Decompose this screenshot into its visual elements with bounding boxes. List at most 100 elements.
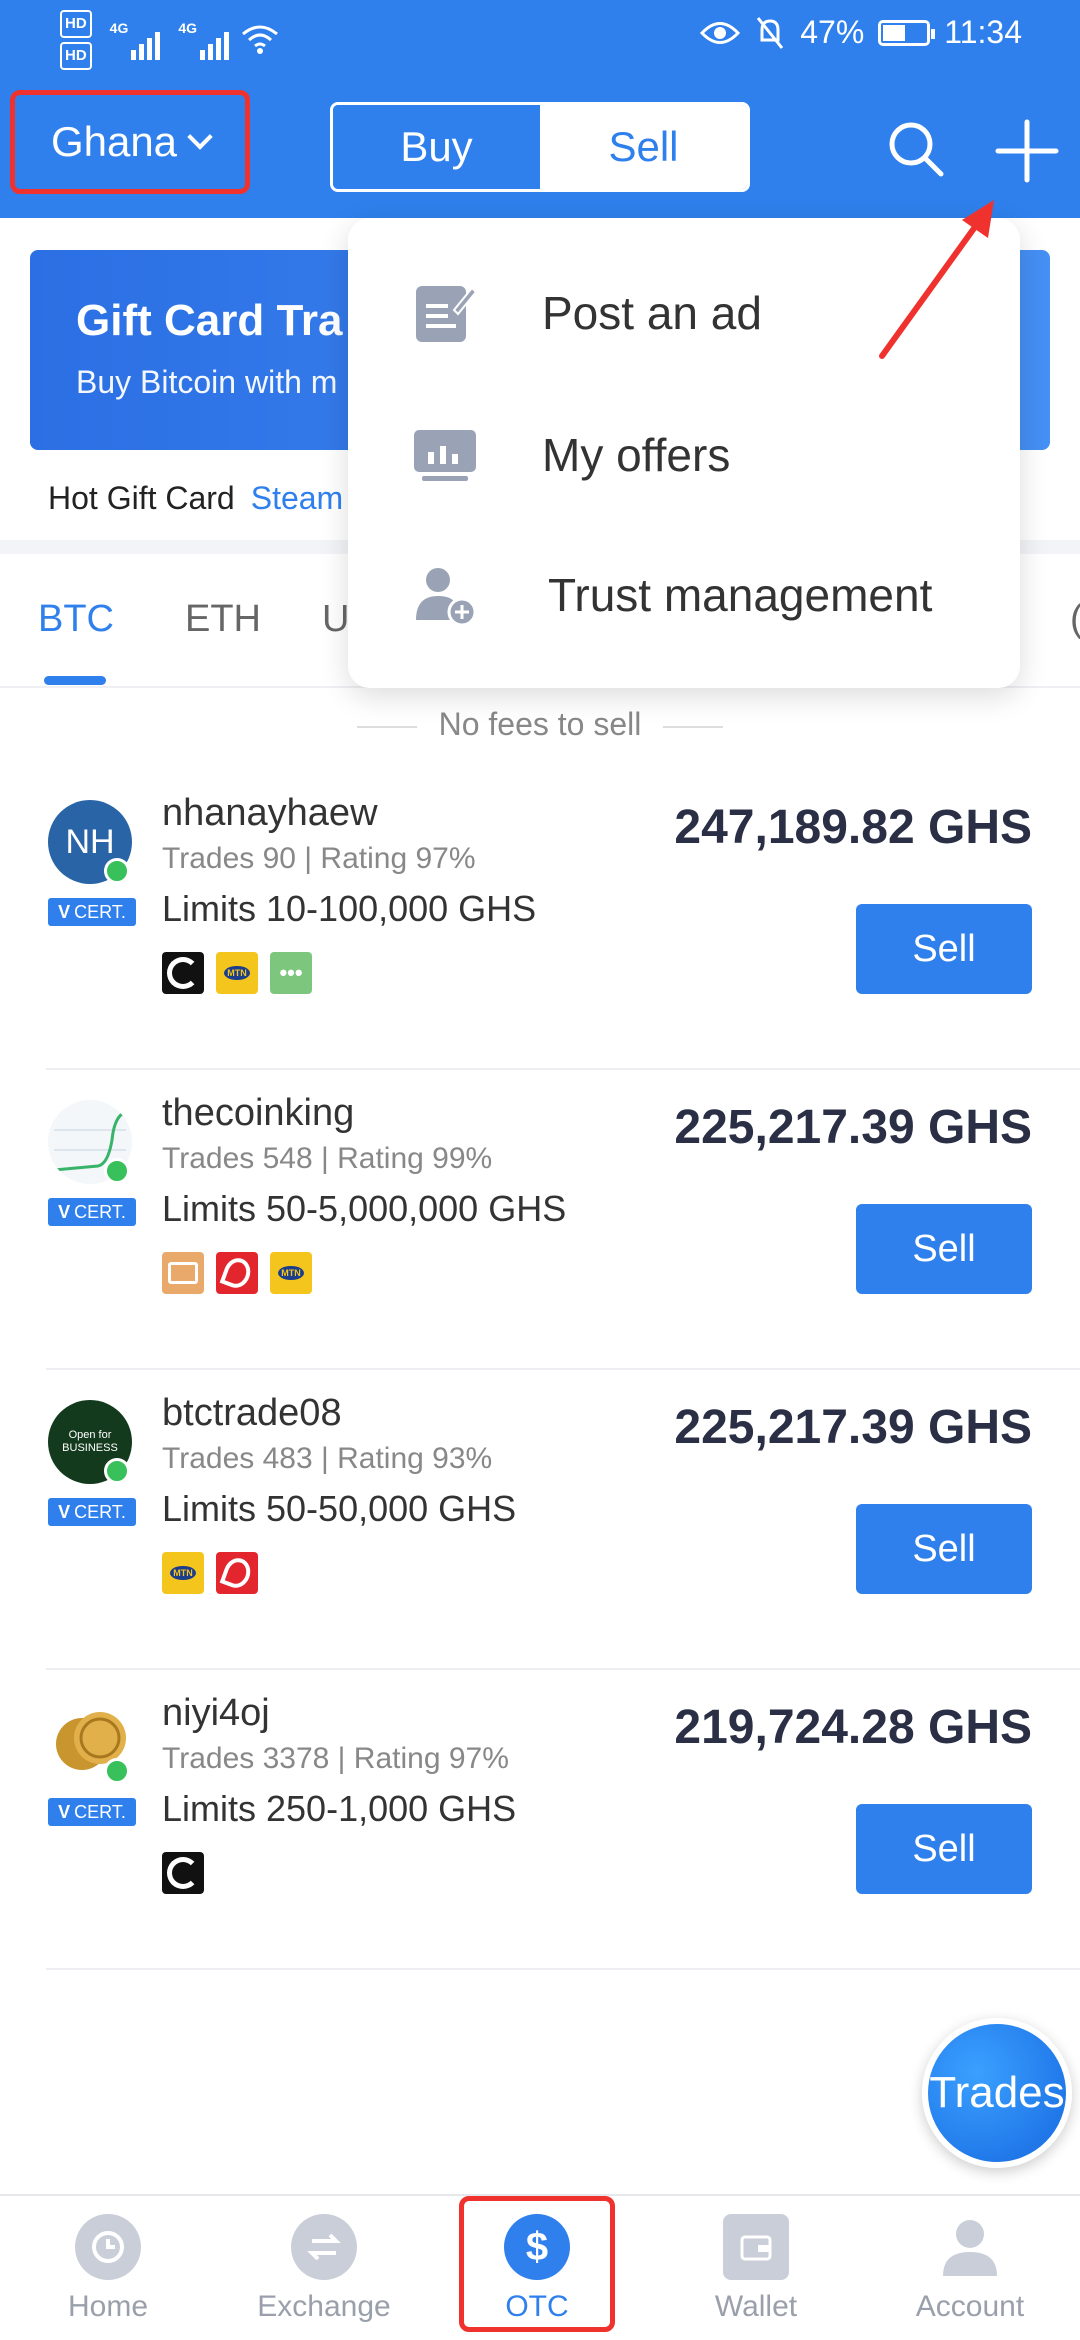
battery-percent: 47% — [800, 14, 865, 50]
hd-badge-1: HD — [60, 10, 92, 38]
offer-row[interactable]: V CERT. thecoinking Trades 548 | Rating 9… — [0, 1070, 1080, 1370]
country-selector[interactable]: Ghana — [10, 90, 250, 194]
airtel-icon — [216, 1252, 258, 1294]
my-offers-icon — [414, 430, 476, 481]
status-bar: HD HD 4G 4G 47% 11:34 — [0, 0, 1080, 76]
avatar-text: Open for BUSINESS — [62, 1429, 118, 1454]
offer-row[interactable]: V CERT. niyi4oj Trades 3378 | Rating 97% … — [0, 1670, 1080, 1970]
net-label-1: 4G — [109, 20, 129, 36]
chevron-down-icon — [187, 124, 213, 150]
offer-row[interactable]: NH V CERT. nhanayhaew Trades 90 | Rating … — [0, 770, 1080, 1070]
merchant-name[interactable]: thecoinking — [162, 1092, 354, 1135]
no-fees-notice: No fees to sell — [0, 706, 1080, 743]
net-label-2: 4G — [178, 20, 198, 36]
merchant-name[interactable]: btctrade08 — [162, 1392, 342, 1435]
verified-badge: V CERT. — [48, 1498, 136, 1526]
more-methods-icon — [270, 952, 312, 994]
hd-badge-2: HD — [60, 42, 92, 70]
row-divider — [46, 1968, 1080, 1970]
bell-muted-icon — [757, 16, 784, 49]
nav-exchange[interactable]: Exchange — [234, 2214, 414, 2324]
wallet-icon — [723, 2214, 789, 2280]
sell-button[interactable]: Sell — [856, 1204, 1032, 1294]
mtn-momo-icon — [216, 952, 258, 994]
tab-usdt[interactable]: U — [322, 598, 349, 641]
menu-item-my-offers[interactable]: My offers — [348, 390, 1020, 520]
verified-badge: V CERT. — [48, 1198, 136, 1226]
trades-fab-label: Trades — [929, 2068, 1065, 2117]
mtn-momo-icon — [162, 1552, 204, 1594]
country-label: Ghana — [50, 118, 178, 165]
trust-user-add-icon — [416, 568, 477, 627]
offer-row[interactable]: Open for BUSINESS V CERT. btctrade08 Trad… — [0, 1370, 1080, 1670]
signal-2-icon: 4G — [178, 20, 230, 60]
tab-overflow[interactable]: ( — [1070, 598, 1080, 641]
offer-price: 225,217.39 GHS — [674, 1401, 1032, 1454]
merchant-name[interactable]: niyi4oj — [162, 1692, 270, 1735]
battery-icon — [878, 19, 936, 46]
nav-home[interactable]: Home — [18, 2214, 198, 2324]
hot-gift-link[interactable]: Steam — [251, 480, 343, 516]
online-indicator — [104, 1458, 130, 1484]
menu-label-post-ad: Post an ad — [542, 287, 762, 339]
cert-label: CERT. — [74, 1201, 126, 1222]
plus-icon[interactable] — [994, 118, 1060, 184]
menu-item-trust-management[interactable]: Trust management — [348, 530, 1020, 660]
cert-label: CERT. — [74, 901, 126, 922]
payment-methods — [162, 952, 312, 994]
sell-button[interactable]: Sell — [856, 904, 1032, 994]
trade-limits: Limits 50-50,000 GHS — [162, 1488, 517, 1529]
hot-gift-label: Hot Gift Card — [48, 480, 235, 516]
payment-methods — [162, 1252, 312, 1294]
account-icon — [937, 2214, 1003, 2280]
sell-button[interactable]: Sell — [856, 1804, 1032, 1894]
search-icon[interactable] — [885, 118, 947, 180]
cert-label: CERT. — [74, 1501, 126, 1522]
nav-label-exchange: Exchange — [257, 2290, 391, 2323]
wifi-icon — [242, 25, 278, 54]
status-right: 47% 11:34 — [700, 14, 1022, 51]
payment-icon-black — [162, 1852, 204, 1894]
verified-badge: V CERT. — [48, 898, 136, 926]
offer-price: 247,189.82 GHS — [674, 801, 1032, 854]
bank-card-icon — [162, 1252, 204, 1294]
eye-icon — [700, 21, 741, 44]
online-indicator — [104, 1758, 130, 1784]
post-ad-icon — [416, 286, 478, 342]
tab-btc[interactable]: BTC — [38, 598, 114, 641]
nav-label-home: Home — [67, 2290, 149, 2323]
menu-label-my-offers: My offers — [542, 429, 731, 481]
mtn-momo-icon — [270, 1252, 312, 1294]
nav-label-account: Account — [915, 2290, 1025, 2323]
nav-account[interactable]: Account — [880, 2214, 1060, 2324]
exchange-icon — [291, 2214, 357, 2280]
clock: 11:34 — [944, 14, 1022, 50]
nav-wallet[interactable]: Wallet — [666, 2214, 846, 2324]
menu-label-trust-management: Trust management — [548, 569, 933, 621]
merchant-stats: Trades 548 | Rating 99% — [162, 1142, 493, 1175]
airtel-icon — [216, 1552, 258, 1594]
cert-label: CERT. — [74, 1801, 126, 1822]
signal-1-icon: 4G — [110, 20, 161, 60]
home-icon — [75, 2214, 141, 2280]
trade-limits: Limits 10-100,000 GHS — [162, 888, 537, 929]
status-left: HD HD 4G 4G — [60, 8, 279, 72]
trades-fab[interactable]: Trades — [922, 2018, 1072, 2168]
trade-limits: Limits 50-5,000,000 GHS — [162, 1188, 567, 1229]
tab-eth[interactable]: ETH — [185, 598, 261, 641]
app-header: HD HD 4G 4G 47% 11:34 Ghana Buy Sell — [0, 0, 1080, 218]
annotation-arrow-icon — [879, 200, 994, 359]
online-indicator — [104, 1158, 130, 1184]
avatar-initials: NH — [65, 822, 115, 861]
merchant-name[interactable]: nhanayhaew — [162, 792, 378, 835]
active-tab-indicator — [44, 676, 106, 685]
sell-tab[interactable]: Sell — [540, 105, 747, 189]
buy-tab[interactable]: Buy — [333, 105, 540, 189]
offer-price: 225,217.39 GHS — [674, 1101, 1032, 1154]
otc-highlight-box — [459, 2196, 615, 2332]
payment-methods — [162, 1852, 204, 1894]
payment-methods — [162, 1552, 258, 1594]
hd-indicator: HD HD — [60, 8, 92, 72]
online-indicator — [104, 858, 130, 884]
sell-button[interactable]: Sell — [856, 1504, 1032, 1594]
